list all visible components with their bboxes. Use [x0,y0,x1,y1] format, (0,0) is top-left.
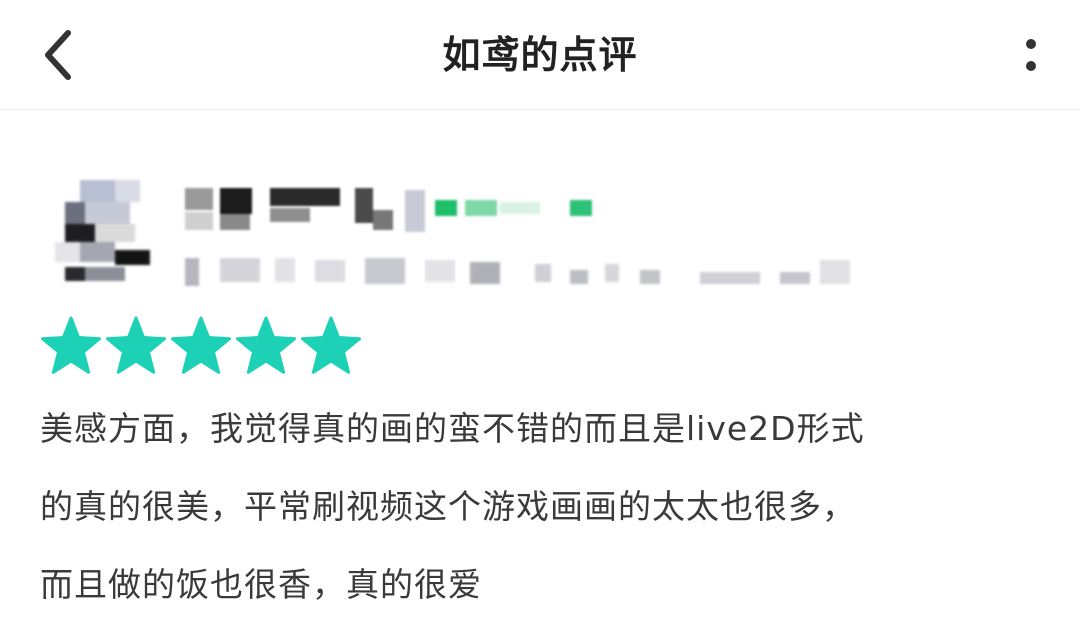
star-icon [236,316,296,374]
more-vertical-icon [1026,39,1036,71]
review-text: 美感方面，我觉得真的画的蛮不错的而且是live2D形式 的真的很美，平常刷视频这… [40,390,1040,624]
more-options-button[interactable] [1006,20,1056,90]
avatar[interactable] [40,175,160,290]
star-icon [301,316,361,374]
star-icon [106,316,166,374]
star-rating [40,315,362,375]
reviewer-meta [180,250,880,290]
page-title: 如鸢的点评 [442,33,638,77]
review-line: 的真的很美，平常刷视频这个游戏画画的太太也很多， [40,487,856,526]
reviewer-info [40,175,880,295]
review-line: 美感方面，我觉得真的画的蛮不错的而且是live2D形式 [40,409,865,448]
star-icon [171,316,231,374]
star-icon [41,316,101,374]
review-line: 而且做的饭也很香，真的很爱 [40,565,482,604]
top-navigation-bar: 如鸢的点评 [0,0,1080,110]
reviewer-name[interactable] [180,180,600,232]
